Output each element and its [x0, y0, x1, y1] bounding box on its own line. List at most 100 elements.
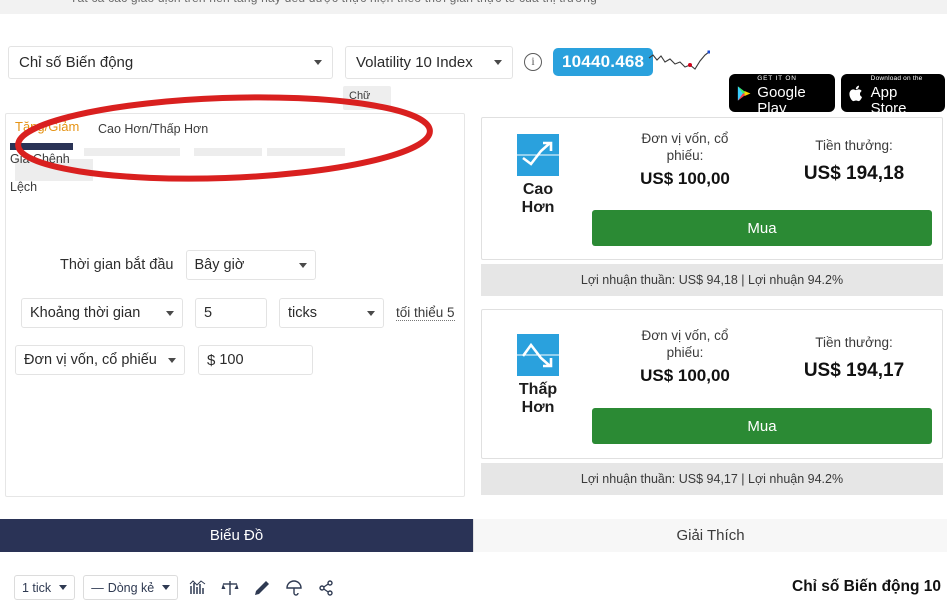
- tab-giai-thich[interactable]: Giải Thích: [473, 519, 947, 552]
- duration-unit-value: ticks: [288, 305, 317, 321]
- currency-symbol: $: [207, 351, 216, 369]
- buy-button-fall[interactable]: Mua: [592, 408, 932, 444]
- stake-amount-value: 100: [219, 352, 244, 368]
- chevron-down-icon: [314, 60, 322, 65]
- stake-row: Đơn vị vốn, cổ phiếu $ 100: [15, 345, 313, 375]
- stake-type-select[interactable]: Đơn vị vốn, cổ phiếu: [15, 345, 185, 375]
- chart-toolbar: 1 tick — Dòng kẻ: [14, 575, 338, 600]
- payout-label-rise: Tiền thưởng:: [815, 138, 893, 153]
- chevron-down-icon: [166, 310, 174, 316]
- trend-up-icon: [517, 134, 559, 176]
- interval-value: 1 tick: [22, 580, 52, 595]
- duration-amount-input[interactable]: 5: [195, 298, 267, 328]
- top-notice-strip: Tất cả các giao dịch trên nền tảng này đ…: [0, 0, 947, 14]
- stake-value-fall: US$ 100,00: [640, 366, 730, 385]
- compare-icon[interactable]: [218, 576, 242, 600]
- chevron-down-icon: [494, 60, 502, 65]
- duration-type-value: Khoảng thời gian: [30, 305, 141, 321]
- stake-label-line1: Đơn vị vốn, cổ: [641, 328, 729, 343]
- app-store-text: Download on the App Store: [871, 68, 936, 118]
- start-time-value: Bây giờ: [194, 257, 245, 273]
- symbol-select[interactable]: Volatility 10 Index: [345, 46, 513, 79]
- app-store-top-label: Download on the: [870, 74, 923, 82]
- stake-type-value: Đơn vị vốn, cổ phiếu: [24, 352, 157, 368]
- google-play-badge[interactable]: GET IT ON Google Play: [729, 74, 835, 117]
- indicators-icon[interactable]: [186, 576, 210, 600]
- payout-value-fall: US$ 194,17: [803, 360, 905, 381]
- bottom-tabs: Biểu Đồ Giải Thích: [0, 519, 947, 552]
- duration-row: Khoảng thời gian 5 ticks tối thiểu 5: [21, 298, 455, 328]
- trade-card-rise: Cao Hơn Đơn vị vốn, cổ phiếu: US$ 100,00…: [481, 117, 943, 260]
- chu-tooltip-label: Chữ: [349, 90, 371, 102]
- chart-title: Chỉ số Biến động 10: [792, 578, 941, 595]
- direction-label-fall: Thấp Hơn: [500, 381, 576, 417]
- tab-gia-chenh[interactable]: Giá Chênh: [10, 152, 70, 166]
- symbol-select-value: Volatility 10 Index: [356, 54, 473, 71]
- tab-skeleton-3: [267, 148, 345, 156]
- share-icon[interactable]: [314, 576, 338, 600]
- tab-bieu-do[interactable]: Biểu Đồ: [0, 519, 473, 552]
- stake-label-fall: Đơn vị vốn, cổ phiếu:: [610, 328, 760, 362]
- market-select-value: Chỉ số Biến động: [19, 54, 134, 71]
- market-select[interactable]: Chỉ số Biến động: [8, 46, 333, 79]
- google-play-main-label: Google Play: [757, 83, 806, 118]
- trend-down-icon: [517, 334, 559, 376]
- trade-type-tabs: Tăng/Giảm: [6, 114, 464, 181]
- info-icon[interactable]: i: [524, 53, 542, 71]
- google-play-top-label: GET IT ON: [757, 74, 797, 82]
- active-tab-underline: [10, 143, 73, 150]
- tab-skeleton-2: [194, 148, 262, 156]
- trade-footer-fall-text: Lợi nhuận thuần: US$ 94,17 | Lợi nhuận 9…: [580, 472, 844, 486]
- chevron-down-icon: [168, 357, 176, 363]
- duration-unit-select[interactable]: ticks: [279, 298, 384, 328]
- app-store-main-label: App Store: [870, 83, 907, 118]
- trade-footer-rise: Lợi nhuận thuần: US$ 94,18 | Lợi nhuận 9…: [481, 264, 943, 296]
- chart-style-value: Dòng kẻ: [107, 580, 155, 595]
- apple-icon: [849, 85, 863, 101]
- chart-style-select[interactable]: — Dòng kẻ: [83, 575, 179, 600]
- stake-label-line2: phiếu:: [666, 147, 704, 163]
- google-play-icon: [737, 85, 751, 101]
- tab-lech[interactable]: Lệch: [10, 180, 37, 194]
- chevron-down-icon: [162, 585, 171, 590]
- start-time-select[interactable]: Bây giờ: [185, 250, 316, 280]
- trade-footer-rise-text: Lợi nhuận thuần: US$ 94,18 | Lợi nhuận 9…: [580, 273, 844, 287]
- direction-label-rise: Cao Hơn: [500, 181, 576, 217]
- direction-line2: Hơn: [521, 398, 555, 416]
- tab-tang-giam[interactable]: Tăng/Giảm: [15, 119, 79, 134]
- app-store-badge[interactable]: Download on the App Store: [841, 74, 945, 117]
- duration-min-hint[interactable]: tối thiểu 5: [396, 305, 455, 321]
- sparkline-icon: [648, 50, 710, 70]
- tab-cao-hon-thap-hon[interactable]: Cao Hơn/Thấp Hơn: [98, 122, 208, 136]
- top-notice-text: Tất cả các giao dịch trên nền tảng này đ…: [70, 0, 597, 5]
- trade-footer-fall: Lợi nhuận thuần: US$ 94,17 | Lợi nhuận 9…: [481, 463, 943, 495]
- direction-line1: Cao: [522, 181, 554, 198]
- header: Chỉ số Biến động Volatility 10 Index i 1…: [0, 30, 947, 117]
- stake-label-line2: phiếu:: [666, 344, 704, 360]
- draw-icon[interactable]: [250, 576, 274, 600]
- duration-type-select[interactable]: Khoảng thời gian: [21, 298, 183, 328]
- alerts-icon[interactable]: [282, 576, 306, 600]
- stake-amount-input[interactable]: $ 100: [198, 345, 313, 375]
- payout-label-fall: Tiền thưởng:: [815, 335, 893, 350]
- buy-button-rise[interactable]: Mua: [592, 210, 932, 246]
- price-badge: 10440.468: [553, 48, 654, 76]
- duration-amount-value: 5: [204, 305, 213, 321]
- interval-select[interactable]: 1 tick: [14, 575, 76, 600]
- payout-value-rise: US$ 194,18: [803, 163, 905, 184]
- chu-tooltip: Chữ: [343, 86, 391, 110]
- chevron-down-icon: [298, 262, 307, 268]
- chevron-down-icon: [367, 310, 375, 316]
- trade-card-fall: Thấp Hơn Đơn vị vốn, cổ phiếu: US$ 100,0…: [481, 309, 943, 459]
- stake-value-rise: US$ 100,00: [640, 169, 730, 188]
- stake-label-rise: Đơn vị vốn, cổ phiếu:: [610, 131, 760, 165]
- tab-skeleton-1: [84, 148, 180, 156]
- start-time-row: Thời gian bắt đầu Bây giờ: [60, 250, 316, 280]
- direction-line2: Hơn: [521, 198, 555, 216]
- direction-line1: Thấp: [518, 381, 558, 398]
- google-play-text: GET IT ON Google Play: [757, 68, 826, 118]
- line-dash-icon: —: [91, 580, 104, 595]
- stake-label-line1: Đơn vị vốn, cổ: [641, 131, 729, 146]
- chevron-down-icon: [59, 585, 68, 590]
- start-time-label: Thời gian bắt đầu: [60, 257, 174, 273]
